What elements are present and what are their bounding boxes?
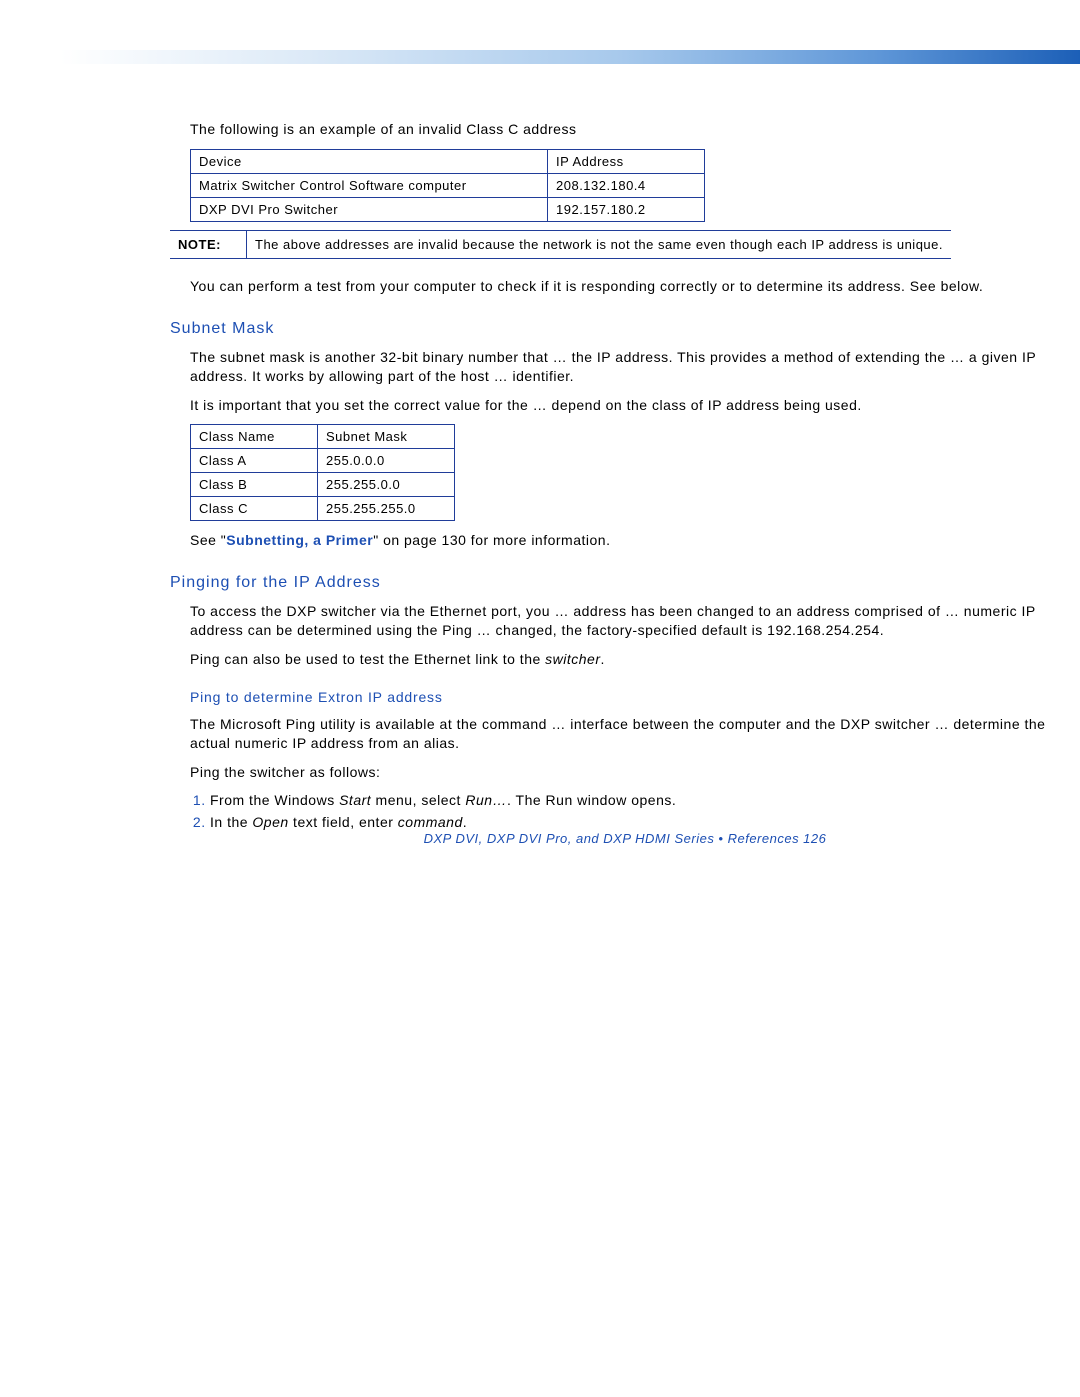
table-header: IP Address <box>548 149 705 173</box>
table-cell: 208.132.180.4 <box>548 173 705 197</box>
table-header: Class Name <box>191 425 318 449</box>
list-item: From the Windows Start menu, select Run…… <box>210 792 1080 808</box>
header-gradient-bar <box>60 50 1080 64</box>
table-header: Device <box>191 149 548 173</box>
list-item: In the Open text field, enter command. <box>210 814 1080 830</box>
ping-instruction: Ping the switcher as follows: <box>190 763 1080 782</box>
table-cell: Matrix Switcher Control Software compute… <box>191 173 548 197</box>
note-box: NOTE: The above addresses are invalid be… <box>170 230 951 259</box>
subnet-paragraph-2: It is important that you set the correct… <box>190 396 1080 415</box>
heading-ping-determine: Ping to determine Extron IP address <box>190 689 1080 705</box>
heading-pinging-ip: Pinging for the IP Address <box>170 574 1080 592</box>
subnetting-primer-link[interactable]: Subnetting, a Primer <box>226 532 373 548</box>
see-suffix: " on page 130 for more information. <box>373 532 610 548</box>
invalid-address-table: Device IP Address Matrix Switcher Contro… <box>190 149 705 222</box>
table-header: Subnet Mask <box>318 425 455 449</box>
ping-determine-paragraph: The Microsoft Ping utility is available … <box>190 715 1080 753</box>
table-cell: 255.0.0.0 <box>318 449 455 473</box>
subnet-paragraph-1: The subnet mask is another 32-bit binary… <box>190 348 1080 386</box>
perform-test-text: You can perform a test from your compute… <box>190 277 1080 296</box>
switcher-text: switcher <box>545 651 600 667</box>
table-cell: Class B <box>191 473 318 497</box>
table-cell: DXP DVI Pro Switcher <box>191 197 548 221</box>
table-cell: 255.255.255.0 <box>318 497 455 521</box>
ping-steps-list: From the Windows Start menu, select Run…… <box>190 792 1080 830</box>
ping-paragraph-1: To access the DXP switcher via the Ether… <box>190 602 1080 640</box>
note-label: NOTE: <box>170 231 247 258</box>
heading-subnet-mask: Subnet Mask <box>170 320 1080 338</box>
see-prefix: See " <box>190 532 226 548</box>
table-cell: Class C <box>191 497 318 521</box>
subnet-mask-table: Class Name Subnet Mask Class A 255.0.0.0… <box>190 424 455 521</box>
table-cell: 192.157.180.2 <box>548 197 705 221</box>
table-cell: 255.255.0.0 <box>318 473 455 497</box>
note-text: The above addresses are invalid because … <box>247 231 951 258</box>
table-cell: Class A <box>191 449 318 473</box>
intro-text: The following is an example of an invali… <box>190 120 1080 139</box>
ping-paragraph-2: Ping can also be used to test the Ethern… <box>190 650 1080 669</box>
page-footer: DXP DVI, DXP DVI Pro, and DXP HDMI Serie… <box>170 831 1080 846</box>
see-reference: See "Subnetting, a Primer" on page 130 f… <box>190 531 1080 550</box>
